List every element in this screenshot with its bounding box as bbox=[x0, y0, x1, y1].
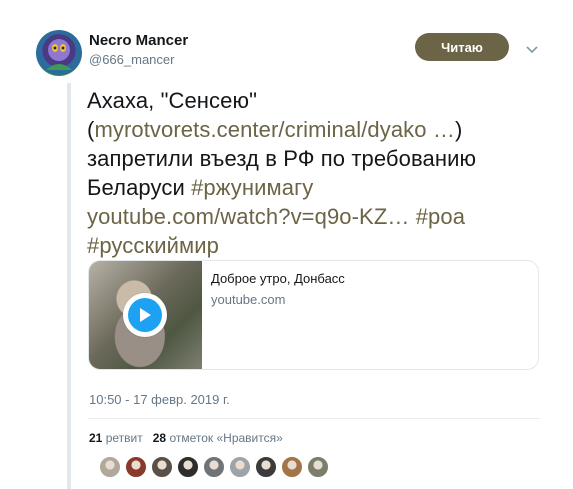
liker-avatar[interactable] bbox=[203, 456, 225, 478]
play-icon bbox=[128, 298, 162, 332]
like-label: отметок «Нравится» bbox=[169, 431, 283, 445]
like-stat[interactable]: 28 отметок «Нравится» bbox=[153, 431, 283, 445]
tweet-text: Ахаха, "Сенсею" (myrotvorets.center/crimi… bbox=[87, 86, 557, 260]
liker-avatar[interactable] bbox=[281, 456, 303, 478]
liker-avatar[interactable] bbox=[307, 456, 329, 478]
thread-line bbox=[67, 83, 71, 489]
avatar-image bbox=[46, 39, 72, 70]
url-link[interactable]: myrotvorets.center/criminal/dyako … bbox=[94, 117, 455, 142]
tweet-text-line: Ахаха, "Сенсею" bbox=[87, 86, 557, 115]
hashtag-link[interactable]: #русскиймир bbox=[87, 233, 219, 258]
like-count: 28 bbox=[152, 431, 167, 445]
tweet-text-segment: ) bbox=[454, 117, 463, 142]
card-title[interactable]: Доброе утро, Донбасс bbox=[211, 271, 345, 286]
tweet-text-line: (myrotvorets.center/criminal/dyako …) bbox=[87, 115, 557, 144]
tweet-text-segment: Ахаха, "Сенсею" bbox=[87, 88, 258, 113]
following-button[interactable]: Читаю bbox=[415, 33, 509, 61]
liker-avatars bbox=[99, 456, 333, 478]
tweet-text-line: youtube.com/watch?v=q9o-KZ… #роа bbox=[87, 202, 557, 231]
tweet-text-line: Беларуси #ржунимагу bbox=[87, 173, 557, 202]
retweet-label: ретвит bbox=[105, 431, 143, 445]
tweet-text-segment: запретили въезд в РФ по требованию bbox=[87, 146, 477, 171]
timestamp[interactable]: 10:50 - 17 февр. 2019 г. bbox=[89, 392, 230, 407]
tweet-text-line: запретили въезд в РФ по требованию bbox=[87, 144, 557, 173]
liker-avatar[interactable] bbox=[99, 456, 121, 478]
url-link[interactable]: youtube.com/watch?v=q9o-KZ… bbox=[87, 204, 409, 229]
display-name[interactable]: Necro Mancer bbox=[89, 32, 188, 49]
user-handle[interactable]: @666_mancer bbox=[89, 52, 174, 67]
liker-avatar[interactable] bbox=[151, 456, 173, 478]
hashtag-link[interactable]: #ржунимагу bbox=[191, 175, 313, 200]
divider bbox=[88, 418, 540, 419]
hashtag-link[interactable]: #роа bbox=[416, 204, 465, 229]
avatar[interactable] bbox=[36, 30, 82, 76]
retweet-stat[interactable]: 21 ретвит bbox=[89, 431, 143, 445]
retweet-count: 21 bbox=[89, 431, 103, 445]
link-card[interactable]: Доброе утро, Донбасс youtube.com bbox=[88, 260, 539, 370]
tweet-text-line: #русскиймир bbox=[87, 231, 557, 260]
card-domain: youtube.com bbox=[211, 292, 286, 307]
video-thumbnail[interactable] bbox=[89, 261, 202, 369]
liker-avatar[interactable] bbox=[177, 456, 199, 478]
following-button-label: Читаю bbox=[441, 39, 483, 55]
liker-avatar[interactable] bbox=[125, 456, 147, 478]
chevron-down-icon[interactable] bbox=[526, 42, 538, 54]
liker-avatar[interactable] bbox=[229, 456, 251, 478]
tweet-text-segment: Беларуси bbox=[87, 175, 192, 200]
engagement-stats: 21 ретвит 28 отметок «Нравится» bbox=[89, 431, 283, 445]
play-button[interactable] bbox=[123, 293, 167, 337]
liker-avatar[interactable] bbox=[255, 456, 277, 478]
